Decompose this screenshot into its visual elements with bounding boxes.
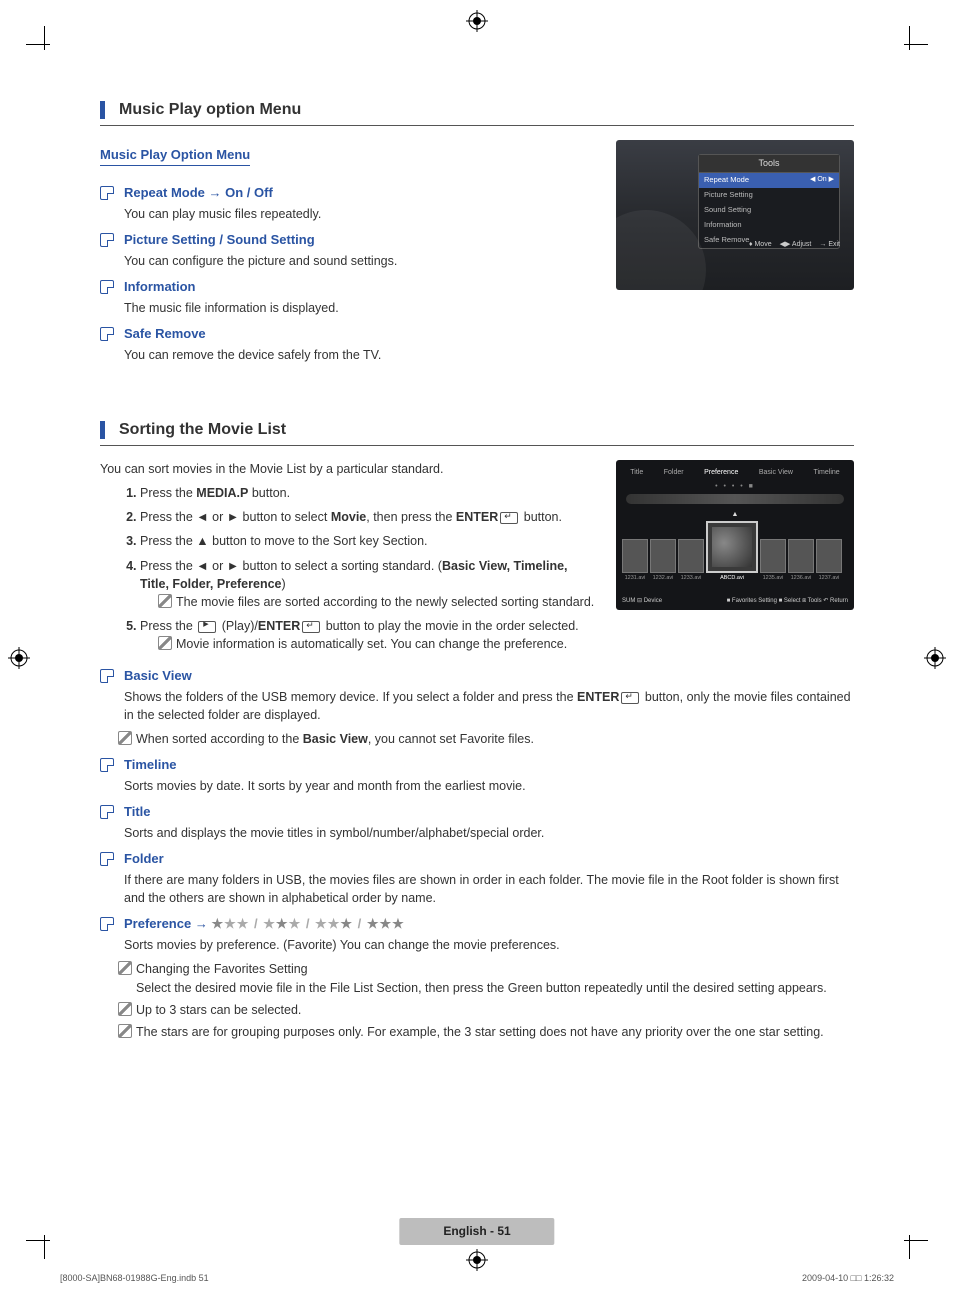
sort-desc: Shows the folders of the USB memory devi…: [124, 688, 854, 724]
movie-list-screenshot: Title Folder Preference Basic View Timel…: [616, 460, 854, 610]
option-safe-remove: Safe Remove: [100, 325, 596, 344]
sort-timeline: Timeline: [100, 756, 854, 775]
section-heading-sorting-movie: Sorting the Movie List: [100, 418, 854, 446]
crop-mark-icon: [894, 30, 924, 60]
section-intro: You can sort movies in the Movie List by…: [100, 460, 596, 478]
tools-row: Information: [699, 218, 839, 233]
page-number-badge: English - 51: [399, 1218, 554, 1245]
subheading: Music Play Option Menu: [100, 146, 250, 166]
play-icon: [198, 621, 216, 633]
section-title: Sorting the Movie List: [119, 418, 286, 441]
step-4: Press the ◄ or ► button to select a sort…: [140, 557, 596, 611]
note: Movie information is automatically set. …: [176, 635, 596, 653]
bullet-icon: [100, 327, 114, 341]
step-1: Press the MEDIA.P button.: [140, 484, 596, 502]
stars-icon: ★★★ / ★★★ / ★★★ / ★★★: [211, 916, 404, 931]
step-5: Press the (Play)/ENTER button to play th…: [140, 617, 596, 653]
note: The stars are for grouping purposes only…: [136, 1023, 854, 1041]
sort-preference: Preference → ★★★ / ★★★ / ★★★ / ★★★: [100, 915, 854, 934]
option-information: Information: [100, 278, 596, 297]
registration-mark-icon: [466, 1249, 488, 1271]
step-3: Press the ▲ button to move to the Sort k…: [140, 532, 596, 550]
note: When sorted according to the Basic View,…: [136, 730, 854, 748]
registration-mark-icon: [8, 647, 30, 669]
section-title: Music Play option Menu: [119, 98, 301, 121]
registration-mark-icon: [466, 10, 488, 32]
registration-mark-icon: [924, 647, 946, 669]
note: Changing the Favorites Setting Select th…: [136, 960, 854, 996]
tools-menu-title: Tools: [699, 155, 839, 173]
option-desc: You can configure the picture and sound …: [124, 252, 596, 270]
tools-menu-screenshot: Tools Repeat Mode ◀ On ▶ Picture Setting…: [616, 140, 854, 290]
sort-folder: Folder: [100, 850, 854, 869]
tools-row: Picture Setting: [699, 188, 839, 203]
section-heading-music-play: Music Play option Menu: [100, 98, 854, 126]
bullet-icon: [100, 186, 114, 200]
tools-row: Repeat Mode ◀ On ▶: [699, 173, 839, 188]
option-desc: You can play music files repeatedly.: [124, 205, 596, 223]
crop-mark-icon: [894, 1225, 924, 1255]
crop-mark-icon: [30, 1225, 60, 1255]
enter-icon: [500, 512, 518, 524]
doc-footer-left: [8000-SA]BN68-01988G-Eng.indb 51: [60, 1272, 209, 1285]
enter-icon: [621, 692, 639, 704]
option-desc: The music file information is displayed.: [124, 299, 596, 317]
crop-mark-icon: [30, 30, 60, 60]
sort-basic-view: Basic View: [100, 667, 854, 686]
bullet-icon: [100, 233, 114, 247]
bullet-icon: [100, 669, 114, 683]
note: Up to 3 stars can be selected.: [136, 1001, 854, 1019]
bullet-icon: [100, 758, 114, 772]
step-2: Press the ◄ or ► button to select Movie,…: [140, 508, 596, 526]
doc-footer-right: 2009-04-10 □□ 1:26:32: [802, 1272, 894, 1285]
note: The movie files are sorted according to …: [176, 593, 596, 611]
sort-desc: Sorts and displays the movie titles in s…: [124, 824, 854, 842]
sort-desc: Sorts movies by preference. (Favorite) Y…: [124, 936, 854, 954]
tools-row: Sound Setting: [699, 203, 839, 218]
option-picture-sound: Picture Setting / Sound Setting: [100, 231, 596, 250]
enter-icon: [302, 621, 320, 633]
bullet-icon: [100, 805, 114, 819]
option-desc: You can remove the device safely from th…: [124, 346, 596, 364]
bullet-icon: [100, 852, 114, 866]
sort-desc: Sorts movies by date. It sorts by year a…: [124, 777, 854, 795]
bullet-icon: [100, 917, 114, 931]
option-repeat-mode: Repeat Mode → On / Off: [100, 184, 596, 203]
bullet-icon: [100, 280, 114, 294]
sort-title: Title: [100, 803, 854, 822]
sort-desc: If there are many folders in USB, the mo…: [124, 871, 854, 907]
